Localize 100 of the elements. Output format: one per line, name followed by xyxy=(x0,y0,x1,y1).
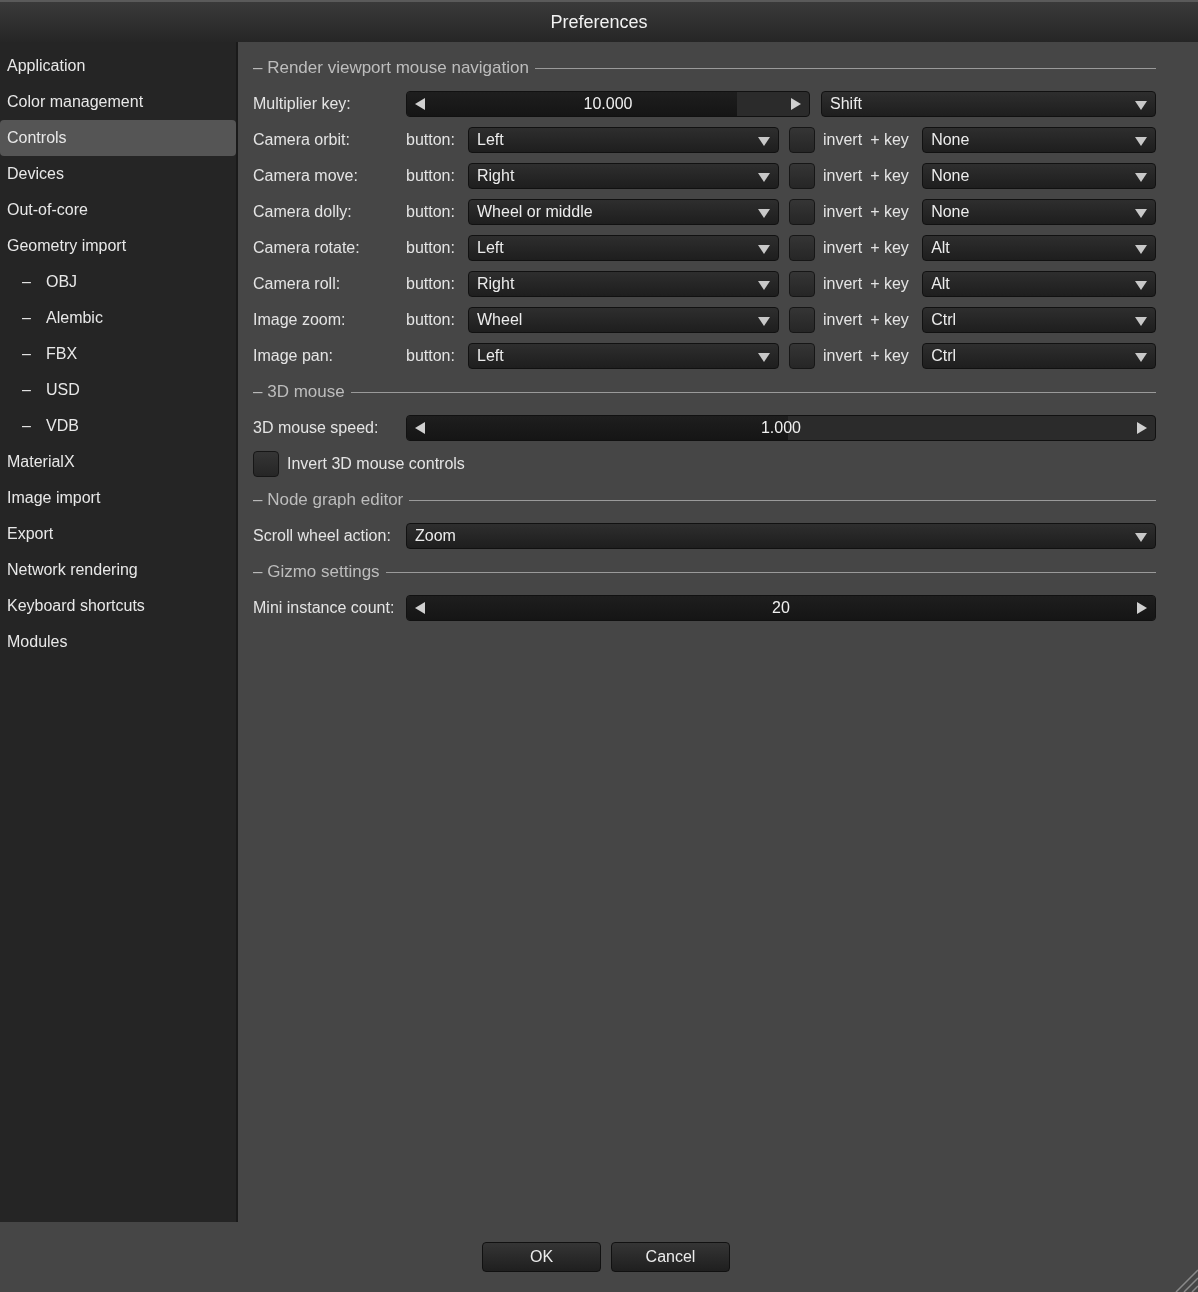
sidebar-item[interactable]: Image import xyxy=(0,480,236,516)
checkbox[interactable] xyxy=(789,307,815,333)
sidebar-item[interactable]: Devices xyxy=(0,156,236,192)
dropdown[interactable]: Alt xyxy=(922,271,1156,297)
slider-value: 1.000 xyxy=(760,418,801,438)
field-label: invert xyxy=(823,274,863,294)
dropdown[interactable]: None xyxy=(922,127,1156,153)
section-title: – Gizmo settings xyxy=(253,561,380,584)
dialog-button[interactable]: Cancel xyxy=(611,1242,730,1272)
field-label: invert xyxy=(823,166,863,186)
field-label: 3D mouse speed: xyxy=(253,418,380,438)
field-label: button: xyxy=(406,202,456,222)
caret-down-icon xyxy=(758,209,770,218)
caret-down-icon xyxy=(1135,353,1147,362)
arrow-left-icon[interactable] xyxy=(415,602,425,614)
checkbox[interactable] xyxy=(253,451,279,477)
arrow-left-icon[interactable] xyxy=(415,422,425,434)
caret-down-icon xyxy=(1135,281,1147,290)
dropdown[interactable]: Left xyxy=(468,127,779,153)
field-label: Camera roll: xyxy=(253,274,342,294)
caret-down-icon xyxy=(1135,533,1147,542)
sidebar-item[interactable]: MaterialX xyxy=(0,444,236,480)
sidebar-item[interactable]: Out-of-core xyxy=(0,192,236,228)
field-label: button: xyxy=(406,238,456,258)
caret-down-icon xyxy=(758,281,770,290)
field-label: + key xyxy=(870,238,910,258)
sidebar-item[interactable]: Geometry import xyxy=(0,228,236,264)
slider[interactable]: 10.000 xyxy=(406,91,810,117)
dropdown[interactable]: Alt xyxy=(922,235,1156,261)
checkbox[interactable] xyxy=(789,271,815,297)
caret-down-icon xyxy=(758,245,770,254)
field-label: + key xyxy=(870,346,910,366)
arrow-right-icon[interactable] xyxy=(791,98,801,110)
field-label: Camera dolly: xyxy=(253,202,353,222)
field-label: button: xyxy=(406,166,456,186)
dropdown[interactable]: None xyxy=(922,199,1156,225)
sidebar-item[interactable]: Modules xyxy=(0,624,236,660)
sidebar-item[interactable]: Application xyxy=(0,48,236,84)
field-label: invert xyxy=(823,310,863,330)
section-title: – 3D mouse xyxy=(253,381,345,404)
field-label: button: xyxy=(406,130,456,150)
checkbox[interactable] xyxy=(789,199,815,225)
sidebar-item[interactable]: – FBX xyxy=(0,336,236,372)
caret-down-icon xyxy=(1135,209,1147,218)
field-label: Camera orbit: xyxy=(253,130,351,150)
sidebar-item[interactable]: Color management xyxy=(0,84,236,120)
dropdown[interactable]: Ctrl xyxy=(922,307,1156,333)
field-label: button: xyxy=(406,346,456,366)
field-label: button: xyxy=(406,274,456,294)
checkbox[interactable] xyxy=(789,235,815,261)
caret-down-icon xyxy=(1135,317,1147,326)
caret-down-icon xyxy=(1135,173,1147,182)
dropdown[interactable]: Right xyxy=(468,163,779,189)
dropdown[interactable]: None xyxy=(922,163,1156,189)
field-label: Image pan: xyxy=(253,346,335,366)
field-label: Multiplier key: xyxy=(253,94,352,114)
field-label: + key xyxy=(870,166,910,186)
sidebar-item[interactable]: Network rendering xyxy=(0,552,236,588)
sidebar-item[interactable]: – USD xyxy=(0,372,236,408)
slider-value: 20 xyxy=(772,598,790,618)
field-label: + key xyxy=(870,274,910,294)
arrow-right-icon[interactable] xyxy=(1137,422,1147,434)
slider[interactable]: 1.000 xyxy=(406,415,1156,441)
field-label: Scroll wheel action: xyxy=(253,526,392,546)
dropdown[interactable]: Wheel xyxy=(468,307,779,333)
dropdown[interactable]: Left xyxy=(468,235,779,261)
dropdown[interactable]: Ctrl xyxy=(922,343,1156,369)
checkbox[interactable] xyxy=(789,127,815,153)
caret-down-icon xyxy=(1135,101,1147,110)
caret-down-icon xyxy=(758,137,770,146)
arrow-right-icon[interactable] xyxy=(1137,602,1147,614)
sidebar-item[interactable]: Export xyxy=(0,516,236,552)
sidebar-item[interactable]: – VDB xyxy=(0,408,236,444)
field-label: Mini instance count: xyxy=(253,598,396,618)
caret-down-icon xyxy=(758,317,770,326)
field-label: invert xyxy=(823,238,863,258)
field-label: Camera move: xyxy=(253,166,359,186)
slider-value: 10.000 xyxy=(583,94,633,114)
slider[interactable]: 20 xyxy=(406,595,1156,621)
field-label: invert xyxy=(823,346,863,366)
caret-down-icon xyxy=(758,353,770,362)
dropdown[interactable]: Right xyxy=(468,271,779,297)
dropdown[interactable]: Zoom xyxy=(406,523,1156,549)
sidebar-item[interactable]: Controls xyxy=(0,120,236,156)
dropdown[interactable]: Wheel or middle xyxy=(468,199,779,225)
field-label: invert xyxy=(823,202,863,222)
field-label: invert xyxy=(823,130,863,150)
dropdown[interactable]: Shift xyxy=(821,91,1156,117)
sidebar-item[interactable]: – OBJ xyxy=(0,264,236,300)
dropdown[interactable]: Left xyxy=(468,343,779,369)
dialog-button[interactable]: OK xyxy=(482,1242,601,1272)
sidebar-item[interactable]: – Alembic xyxy=(0,300,236,336)
checkbox[interactable] xyxy=(789,343,815,369)
sidebar-item[interactable]: Keyboard shortcuts xyxy=(0,588,236,624)
caret-down-icon xyxy=(1135,137,1147,146)
field-label: button: xyxy=(406,310,456,330)
section-title: – Node graph editor xyxy=(253,489,404,512)
field-label: + key xyxy=(870,202,910,222)
checkbox[interactable] xyxy=(789,163,815,189)
arrow-left-icon[interactable] xyxy=(415,98,425,110)
